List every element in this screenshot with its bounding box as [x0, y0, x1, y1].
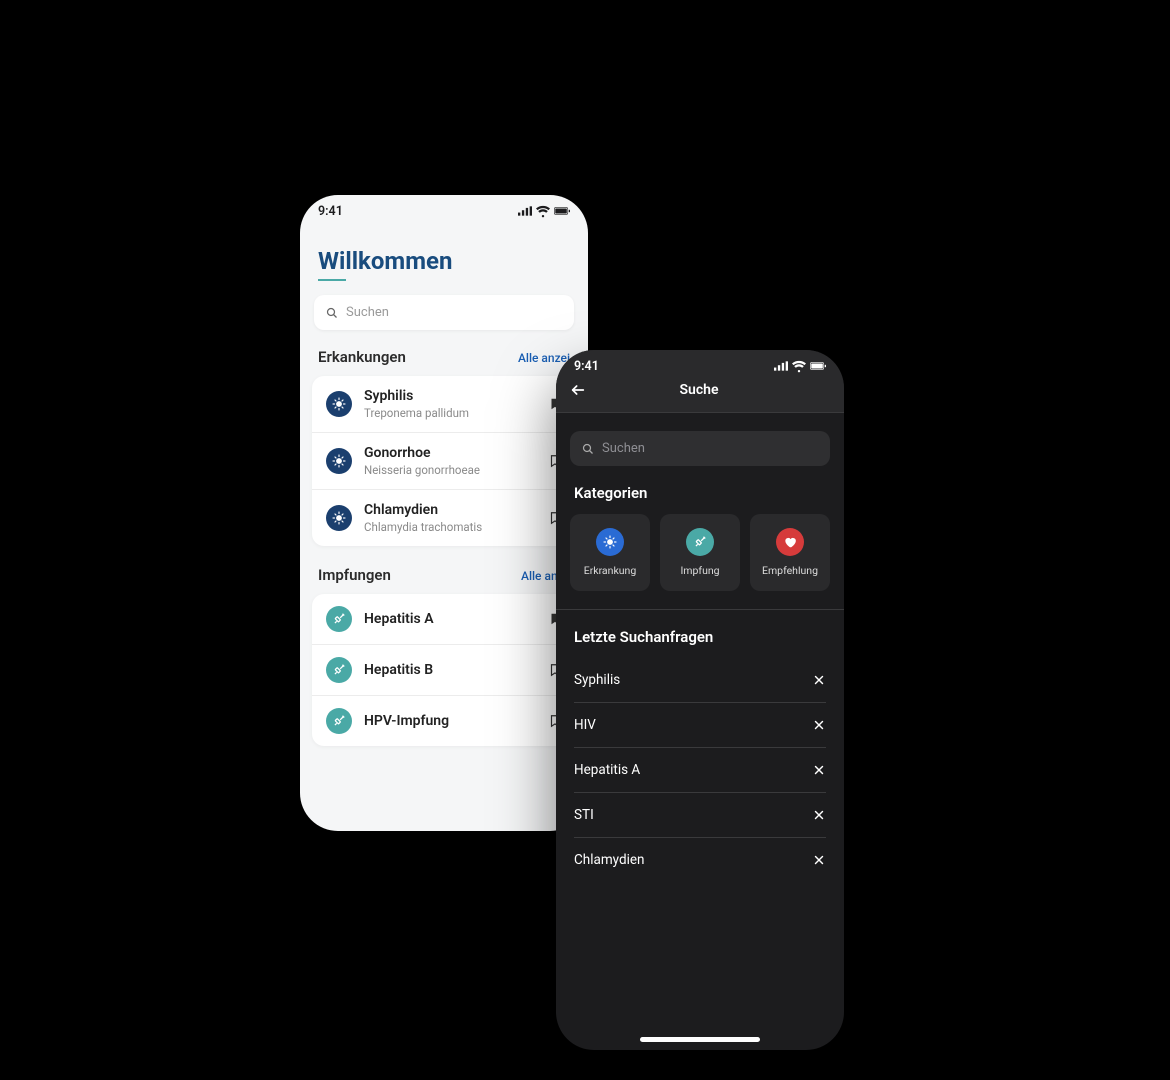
recent-item[interactable]: Chlamydien [574, 838, 826, 882]
title-underline [318, 279, 346, 281]
disease-icon [326, 448, 352, 474]
search-input-container[interactable] [570, 431, 830, 466]
recent-item[interactable]: HIV [574, 703, 826, 748]
wifi-icon [792, 359, 806, 373]
item-texts: Hepatitis A [364, 611, 536, 627]
close-icon [812, 718, 826, 732]
remove-button[interactable] [812, 718, 826, 732]
vaccine-icon [686, 528, 714, 556]
recent-term: HIV [574, 717, 596, 733]
search-input-container[interactable] [314, 295, 574, 330]
nav-title: Suche [568, 382, 830, 398]
status-time: 9:41 [574, 359, 599, 374]
vaccine-icon [326, 708, 352, 734]
battery-icon [554, 203, 570, 219]
disease-icon [596, 528, 624, 556]
section-header-vaccines: Impfungen Alle anze [318, 566, 570, 584]
recent-label: Letzte Suchanfragen [574, 628, 826, 646]
category-card-vaccine[interactable]: Impfung [660, 514, 740, 591]
item-subtitle: Neisseria gonorrhoeae [364, 463, 536, 477]
vaccine-icon [326, 657, 352, 683]
signal-icon [518, 204, 532, 218]
close-icon [812, 808, 826, 822]
remove-button[interactable] [812, 673, 826, 687]
remove-button[interactable] [812, 763, 826, 777]
status-time: 9:41 [318, 204, 343, 219]
item-title: HPV-Impfung [364, 713, 536, 729]
category-row: Erkrankung Impfung Empfehlung [570, 514, 830, 591]
battery-icon [810, 358, 826, 374]
show-all-link[interactable]: Alle anzei [518, 351, 570, 365]
heart-icon [776, 528, 804, 556]
close-icon [812, 673, 826, 687]
category-label: Impfung [680, 564, 719, 577]
search-input[interactable] [346, 305, 562, 320]
phone-dark: 9:41 Suche Kategorien Erkrankung Impfung [556, 350, 844, 1050]
list-item[interactable]: Syphilis Treponema pallidum [312, 376, 576, 432]
nav-bar: Suche [556, 378, 844, 413]
disease-icon [326, 505, 352, 531]
list-item[interactable]: Hepatitis A [312, 594, 576, 644]
phone-light: 9:41 Willkommen Erkankungen Alle anzei S… [300, 195, 588, 831]
category-card-disease[interactable]: Erkrankung [570, 514, 650, 591]
item-title: Gonorrhoe [364, 445, 536, 461]
search-icon [582, 443, 594, 455]
categories-label: Kategorien [574, 484, 826, 502]
close-icon [812, 763, 826, 777]
status-bar: 9:41 [300, 195, 588, 223]
category-label: Erkrankung [584, 564, 637, 577]
item-texts: Hepatitis B [364, 662, 536, 678]
search-icon [326, 307, 338, 319]
item-texts: Chlamydien Chlamydia trachomatis [364, 502, 536, 534]
list-item[interactable]: Gonorrhoe Neisseria gonorrhoeae [312, 432, 576, 489]
signal-icon [774, 359, 788, 373]
item-texts: Gonorrhoe Neisseria gonorrhoeae [364, 445, 536, 477]
section-label: Erkankungen [318, 348, 406, 366]
item-subtitle: Chlamydia trachomatis [364, 520, 536, 534]
search-input[interactable] [602, 441, 818, 456]
recent-term: STI [574, 807, 594, 823]
disease-list: Syphilis Treponema pallidum Gonorrhoe Ne… [312, 376, 576, 546]
item-subtitle: Treponema pallidum [364, 406, 536, 420]
recent-term: Hepatitis A [574, 762, 640, 778]
disease-icon [326, 391, 352, 417]
list-item[interactable]: Chlamydien Chlamydia trachomatis [312, 489, 576, 546]
item-title: Hepatitis A [364, 611, 536, 627]
item-title: Chlamydien [364, 502, 536, 518]
item-texts: Syphilis Treponema pallidum [364, 388, 536, 420]
category-card-recommendation[interactable]: Empfehlung [750, 514, 830, 591]
wifi-icon [536, 204, 550, 218]
divider [556, 609, 844, 610]
item-title: Hepatitis B [364, 662, 536, 678]
category-label: Empfehlung [762, 564, 818, 577]
page-title: Willkommen [318, 247, 570, 275]
remove-button[interactable] [812, 853, 826, 867]
item-texts: HPV-Impfung [364, 713, 536, 729]
status-icons [774, 358, 826, 374]
close-icon [812, 853, 826, 867]
vaccine-icon [326, 606, 352, 632]
item-title: Syphilis [364, 388, 536, 404]
home-indicator[interactable] [640, 1037, 760, 1042]
recent-item[interactable]: Syphilis [574, 658, 826, 703]
section-header-diseases: Erkankungen Alle anzei [318, 348, 570, 366]
status-bar: 9:41 [556, 350, 844, 378]
recent-item[interactable]: Hepatitis A [574, 748, 826, 793]
recent-term: Syphilis [574, 672, 620, 688]
recent-list: Syphilis HIV Hepatitis A STI Chlamydien [574, 658, 826, 882]
status-icons [518, 203, 570, 219]
recent-term: Chlamydien [574, 852, 645, 868]
remove-button[interactable] [812, 808, 826, 822]
list-item[interactable]: Hepatitis B [312, 644, 576, 695]
recent-item[interactable]: STI [574, 793, 826, 838]
list-item[interactable]: HPV-Impfung [312, 695, 576, 746]
section-label: Impfungen [318, 566, 391, 584]
vaccine-list: Hepatitis A Hepatitis B HPV-Impfung [312, 594, 576, 746]
